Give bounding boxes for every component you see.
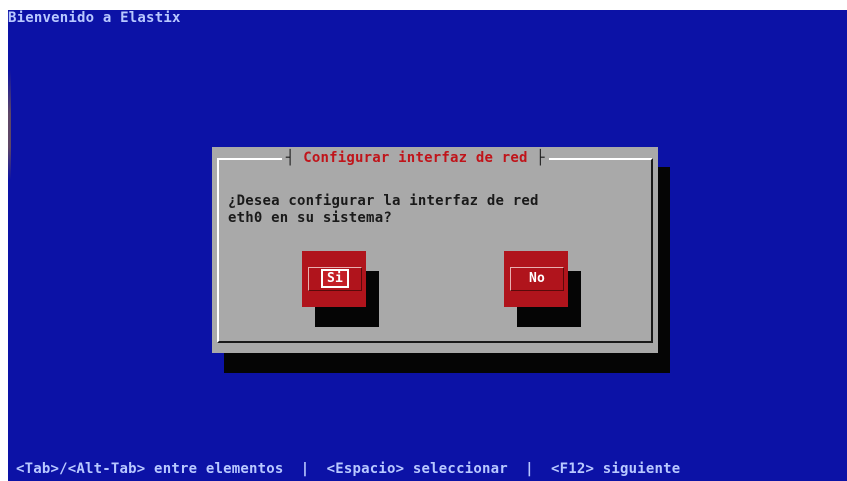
no-button-label: No: [528, 271, 546, 286]
installer-screen: Bienvenido a Elastix ┤ Configurar interf…: [8, 10, 847, 481]
dialog-title: ┤ Configurar interfaz de red ├: [282, 147, 549, 169]
dialog-title-text: Configurar interfaz de red: [303, 150, 528, 166]
yes-button-label: Si: [320, 269, 350, 288]
dialog-message: ¿Desea configurar la interfaz de red eth0…: [228, 193, 539, 227]
no-button[interactable]: No: [504, 251, 568, 307]
screen-edge-artifact: [8, 70, 11, 180]
no-button-face: No: [510, 267, 564, 291]
dialog-frame: [217, 158, 653, 343]
title-right-tick: ├: [527, 150, 545, 166]
dialog-message-line-2: eth0 en su sistema?: [228, 210, 392, 226]
dialog-message-line-1: ¿Desea configurar la interfaz de red: [228, 193, 539, 209]
yes-button[interactable]: Si: [302, 251, 366, 307]
status-bar-help: <Tab>/<Alt-Tab> entre elementos | <Espac…: [16, 461, 681, 477]
window-title: Bienvenido a Elastix: [8, 10, 181, 26]
yes-button-face: Si: [308, 267, 362, 291]
network-config-dialog: ┤ Configurar interfaz de red ├ ¿Desea co…: [212, 147, 658, 353]
title-left-tick: ┤: [286, 150, 304, 166]
